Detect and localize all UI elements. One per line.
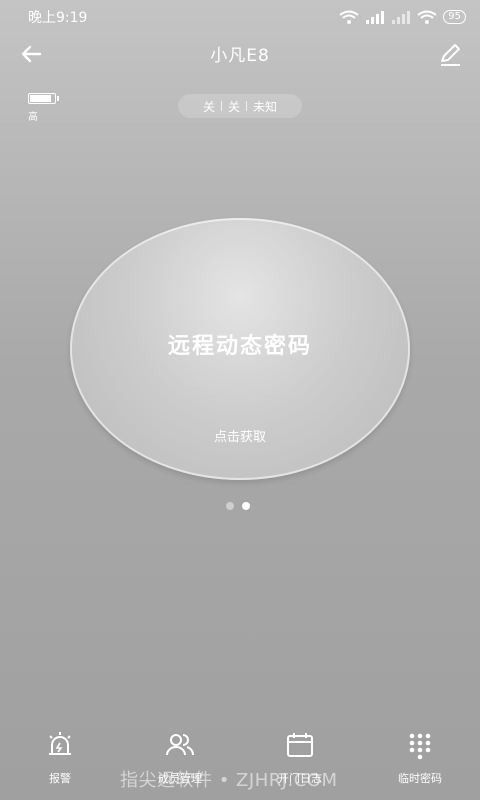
state-divider bbox=[220, 101, 222, 111]
page-title: 小凡E8 bbox=[210, 45, 270, 66]
edit-pencil-icon[interactable] bbox=[436, 40, 464, 68]
back-arrow-icon[interactable] bbox=[18, 40, 46, 68]
watermark: 指尖远软件 • ZJHRJ.COM bbox=[120, 770, 338, 791]
page-dot[interactable] bbox=[226, 502, 234, 510]
tab-alarm[interactable]: 报警 bbox=[12, 730, 108, 790]
nav-bar: 小凡E8 bbox=[0, 34, 480, 72]
members-icon bbox=[166, 734, 194, 756]
device-battery: 高 bbox=[28, 93, 59, 123]
tab-label: 临时密码 bbox=[398, 772, 442, 785]
battery-fill bbox=[30, 95, 51, 102]
page-indicator bbox=[226, 502, 250, 510]
state-3: 未知 bbox=[253, 99, 278, 114]
state-divider bbox=[246, 101, 247, 111]
battery-level-label: 高 bbox=[28, 112, 38, 123]
status-bar: 晚上9:19 95 bbox=[0, 0, 480, 34]
tab-label: 报警 bbox=[49, 772, 71, 785]
signal-icon-2 bbox=[392, 11, 411, 24]
calendar-icon bbox=[287, 733, 313, 757]
state-2: 关 bbox=[227, 99, 240, 114]
wifi-icon-2 bbox=[417, 10, 437, 24]
get-password-hint: 点击获取 bbox=[213, 430, 266, 445]
status-time: 晚上9:19 bbox=[28, 10, 88, 26]
page-dot-active[interactable] bbox=[242, 502, 250, 510]
battery-icon bbox=[28, 93, 59, 104]
tab-temp-password[interactable]: 临时密码 bbox=[372, 730, 468, 790]
state-1: 关 bbox=[202, 99, 215, 114]
signal-icon bbox=[366, 11, 385, 24]
alarm-icon bbox=[49, 732, 71, 755]
status-icons: 95 bbox=[339, 10, 466, 24]
lock-state-pill: 关 关 未知 bbox=[178, 94, 302, 118]
keypad-icon bbox=[409, 733, 431, 760]
battery-indicator: 95 bbox=[443, 10, 466, 24]
dynamic-password-title: 远程动态密码 bbox=[167, 334, 312, 359]
dynamic-password-button[interactable]: 远程动态密码 点击获取 bbox=[70, 218, 410, 480]
wifi-icon bbox=[339, 10, 359, 24]
